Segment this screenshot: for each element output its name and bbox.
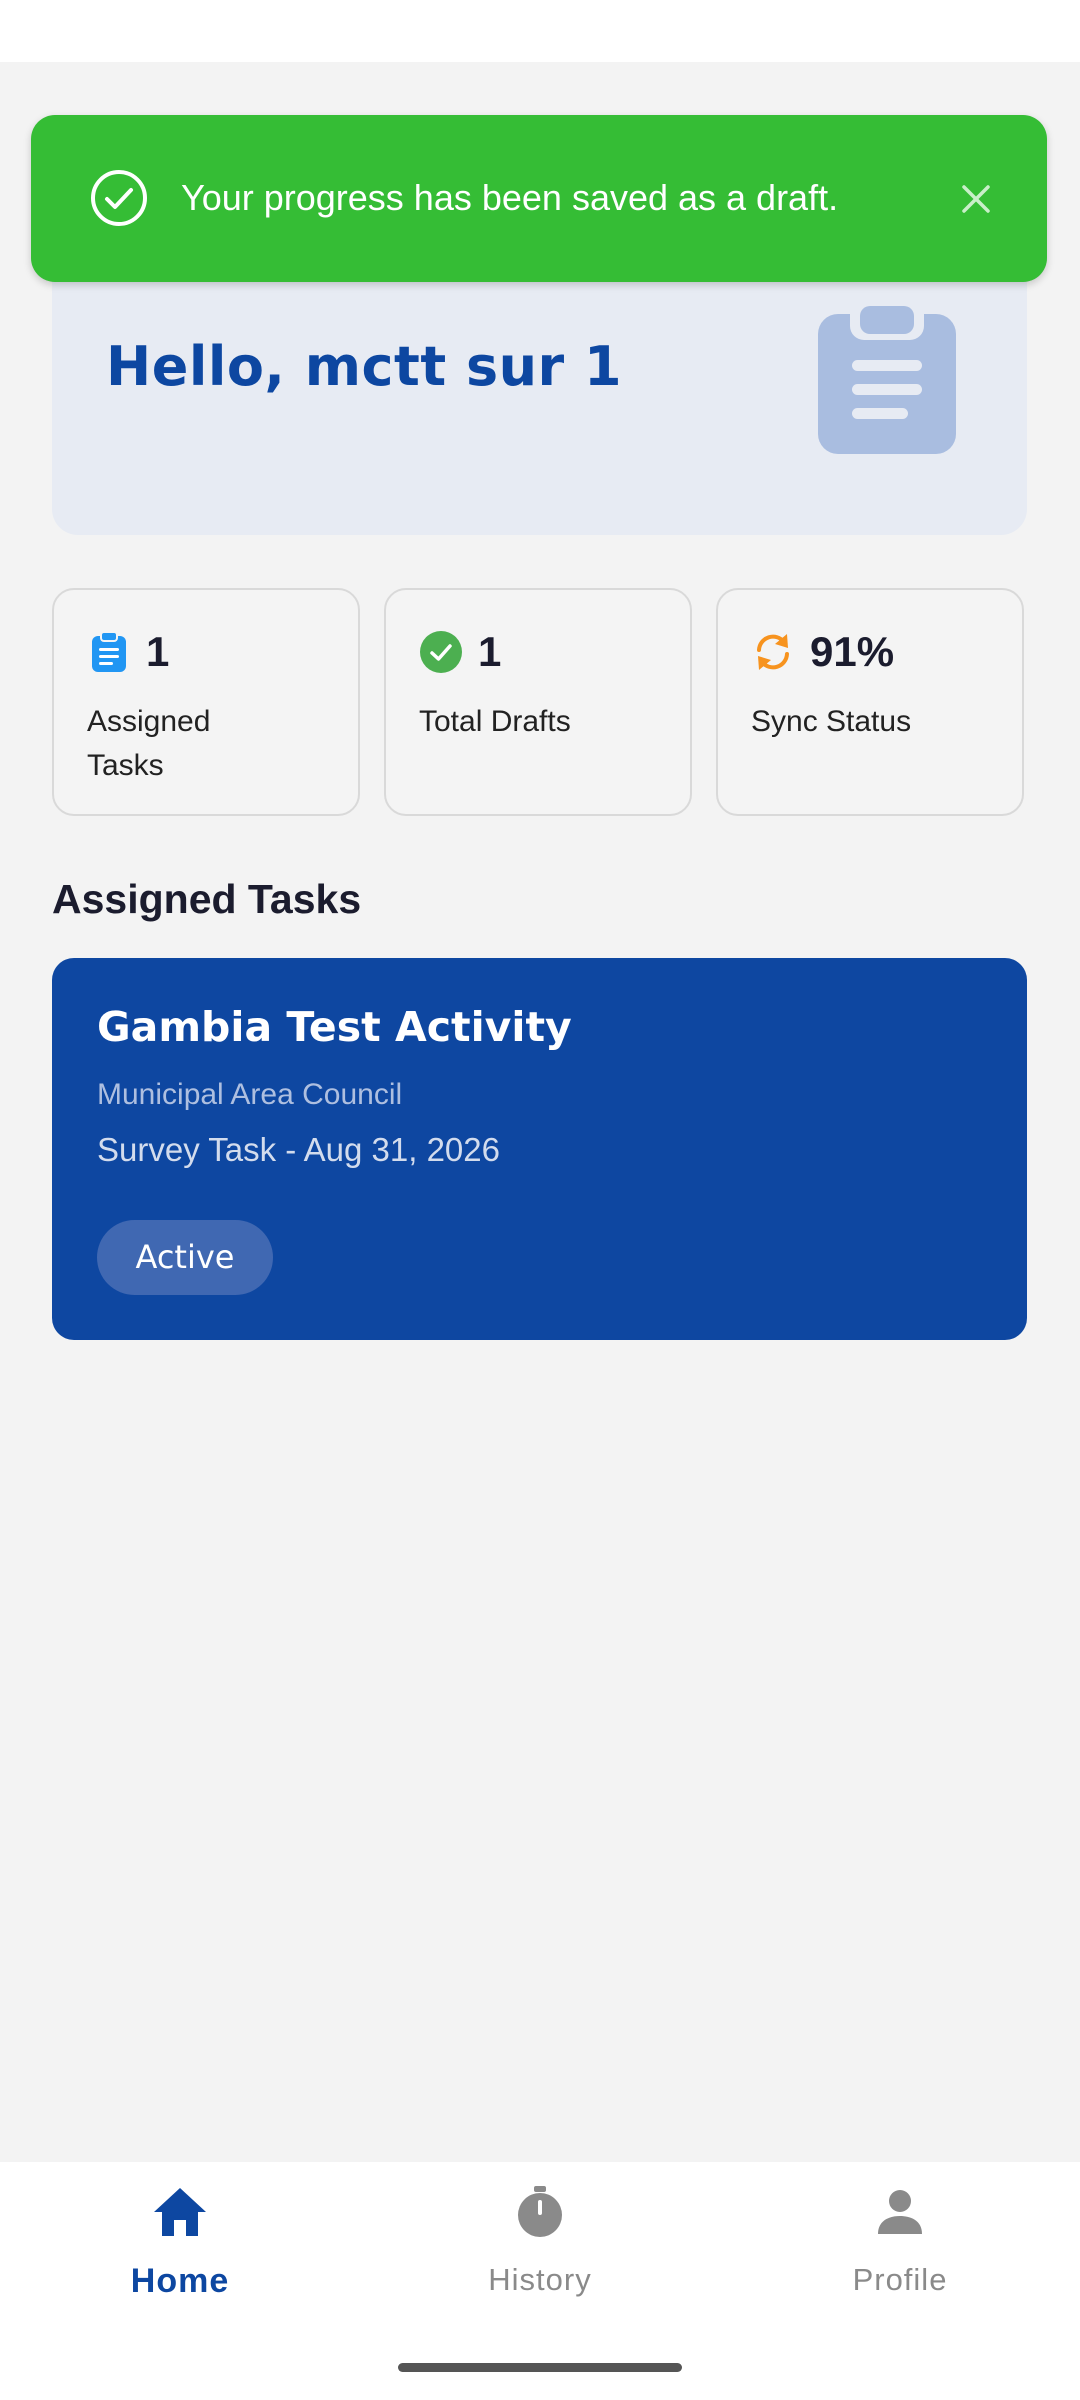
sync-icon: [757, 634, 789, 670]
status-badge: Active: [97, 1220, 273, 1295]
clipboard-icon: [92, 631, 126, 672]
person-icon: [878, 2190, 922, 2234]
stat-card-sync-status: 91% Sync Status: [716, 588, 1024, 816]
stat-value: 1: [478, 628, 502, 675]
nav-item-home[interactable]: Home: [0, 2162, 360, 2352]
nav-item-profile[interactable]: Profile: [720, 2162, 1080, 2352]
nav-label: Home: [130, 2262, 230, 2300]
greeting-card: Hello, mctt sur 1: [52, 240, 1027, 535]
nav-label: Profile: [852, 2262, 948, 2297]
stopwatch-icon: [518, 2186, 562, 2237]
task-card[interactable]: Gambia Test Activity Municipal Area Coun…: [52, 958, 1027, 1340]
check-circle-icon: [91, 170, 147, 226]
task-meta: Survey Task - Aug 31, 2026: [97, 1131, 500, 1168]
nav-item-history[interactable]: History: [360, 2162, 720, 2352]
nav-label: History: [488, 2262, 592, 2297]
stat-label: Total Drafts: [419, 705, 571, 738]
close-icon[interactable]: [956, 179, 996, 219]
stat-card-assigned-tasks: 1 Assigned Tasks: [52, 588, 360, 816]
stat-value: 1: [146, 628, 170, 675]
greeting-text: Hello, mctt sur 1: [106, 335, 623, 398]
clipboard-icon: [818, 300, 956, 454]
stat-label: Sync Status: [751, 705, 912, 738]
success-toast: Your progress has been saved as a draft.: [31, 115, 1047, 282]
home-icon: [154, 2188, 206, 2236]
stat-card-total-drafts: 1 Total Drafts: [384, 588, 692, 816]
home-indicator: [398, 2363, 682, 2372]
task-title: Gambia Test Activity: [97, 1003, 572, 1051]
status-bar: [0, 0, 1080, 62]
toast-message: Your progress has been saved as a draft.: [181, 177, 839, 218]
section-title: Assigned Tasks: [52, 876, 362, 922]
task-subtitle: Municipal Area Council: [97, 1078, 403, 1111]
stat-value: 91%: [810, 628, 895, 675]
check-circle-icon: [420, 631, 462, 673]
stat-label: Assigned Tasks: [87, 705, 211, 782]
